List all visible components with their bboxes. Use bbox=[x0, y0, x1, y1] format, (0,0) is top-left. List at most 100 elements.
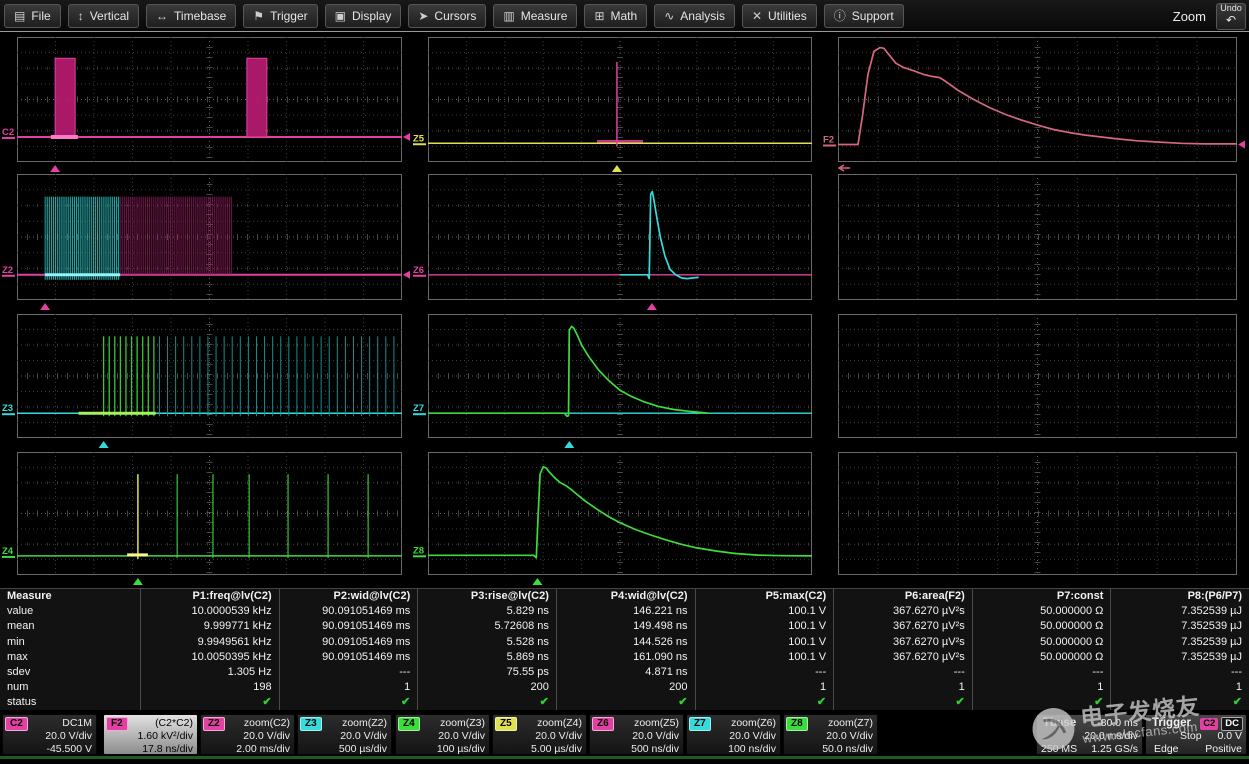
channel-box-z8[interactable]: Z8zoom(Z7)20.0 V/div50.0 ns/div bbox=[783, 714, 878, 755]
measure-status-cell: ✔ bbox=[140, 695, 279, 710]
menu-item-support[interactable]: ⓘSupport bbox=[824, 4, 904, 28]
measure-column-header[interactable]: P5:max(C2) bbox=[695, 589, 834, 604]
zoom-position-marker[interactable] bbox=[647, 303, 657, 310]
delay-arrow-icon[interactable] bbox=[839, 165, 850, 171]
channel-box-z2[interactable]: Z2zoom(C2)20.0 V/div2.00 ms/div bbox=[200, 714, 295, 755]
measure-value-cell: 50.000000 Ω bbox=[972, 650, 1111, 665]
panel-e1[interactable] bbox=[838, 174, 1237, 300]
trigger-level-marker[interactable] bbox=[1238, 141, 1245, 149]
timebase-samplerate: 1.25 GS/s bbox=[1091, 743, 1138, 755]
measure-value-cell: 100.1 V bbox=[695, 650, 834, 665]
zoom-position-marker[interactable] bbox=[40, 303, 50, 310]
measure-value-cell: 144.526 ns bbox=[556, 635, 695, 650]
trigger-level-marker[interactable] bbox=[403, 271, 410, 279]
trigger-coupling-chip[interactable]: DC bbox=[1221, 717, 1243, 731]
trigger-box[interactable]: TriggerC2 DCStop0.0 VEdgePositive bbox=[1145, 714, 1247, 755]
channel-box-f2[interactable]: F2(C2*C2)1.60 kV²/div17.8 ns/div bbox=[103, 714, 198, 755]
menu-item-file[interactable]: ▤File bbox=[4, 4, 61, 28]
trigger-level-marker[interactable] bbox=[403, 133, 410, 141]
channel-tab-z5[interactable]: Z5 bbox=[495, 717, 517, 731]
menu-item-display[interactable]: ▣Display bbox=[325, 4, 402, 28]
channel-box-z3[interactable]: Z3zoom(Z2)20.0 V/div500 µs/div bbox=[297, 714, 392, 755]
menu-item-vertical[interactable]: ↕Vertical bbox=[68, 4, 139, 28]
measure-value-cell: 367.6270 µV²s bbox=[833, 604, 972, 619]
channel-scale: 20.0 V/div bbox=[632, 730, 679, 742]
measure-column-header[interactable]: P3:rise@lv(C2) bbox=[417, 589, 556, 604]
measure-column-header[interactable]: P1:freq@lv(C2) bbox=[140, 589, 279, 604]
channel-box-z6[interactable]: Z6zoom(Z5)20.0 V/div500 ns/div bbox=[589, 714, 684, 755]
channel-box-z7[interactable]: Z7zoom(Z6)20.0 V/div100 ns/div bbox=[686, 714, 781, 755]
measure-column-header[interactable]: P6:area(F2) bbox=[833, 589, 972, 604]
panel-e2[interactable] bbox=[838, 314, 1237, 438]
channel-box-z5[interactable]: Z5zoom(Z4)20.0 V/div5.00 µs/div bbox=[492, 714, 587, 755]
measure-value-cell: 50.000000 Ω bbox=[972, 604, 1111, 619]
measure-column-header[interactable]: P7:const bbox=[972, 589, 1111, 604]
channel-source: zoom(C2) bbox=[244, 717, 290, 729]
measure-status-cell: ✔ bbox=[417, 695, 556, 710]
channel-offset: 50.0 ns/div bbox=[822, 743, 873, 755]
measure-column-header[interactable]: P2:wid@lv(C2) bbox=[279, 589, 418, 604]
zoom-position-marker[interactable] bbox=[532, 578, 542, 585]
undo-icon: ↶ bbox=[1226, 14, 1236, 27]
channel-tab-z2[interactable]: Z2 bbox=[203, 717, 225, 731]
trigger-icon: ⚑ bbox=[253, 10, 264, 22]
math-icon: ⊞ bbox=[594, 10, 604, 22]
measure-value-cell: --- bbox=[279, 665, 418, 680]
measure-value-cell: 90.091051469 ms bbox=[279, 635, 418, 650]
panel-e3[interactable] bbox=[838, 452, 1237, 575]
channel-tab-z8[interactable]: Z8 bbox=[786, 717, 808, 731]
menu-item-trigger[interactable]: ⚑Trigger bbox=[243, 4, 317, 28]
timebase-scale: 20.0 ms/div bbox=[1084, 730, 1138, 742]
channel-tab-z3[interactable]: Z3 bbox=[300, 717, 322, 731]
zoom-position-marker[interactable] bbox=[133, 578, 143, 585]
menu-item-cursors[interactable]: ➤Cursors bbox=[408, 4, 486, 28]
panel-z5[interactable]: Z5 bbox=[413, 37, 812, 172]
channel-tab-z7[interactable]: Z7 bbox=[689, 717, 711, 731]
channel-source: zoom(Z7) bbox=[828, 717, 873, 729]
panel-z3[interactable]: Z3 bbox=[2, 314, 402, 448]
menu-item-utilities[interactable]: ✕Utilities bbox=[742, 4, 817, 28]
measure-value-cell: --- bbox=[972, 665, 1111, 680]
channel-source: zoom(Z2) bbox=[342, 717, 387, 729]
channel-tab-z6[interactable]: Z6 bbox=[592, 717, 614, 731]
channel-source: zoom(Z3) bbox=[440, 717, 485, 729]
panel-z4[interactable]: Z4 bbox=[2, 452, 402, 585]
channel-tab-z4[interactable]: Z4 bbox=[398, 717, 420, 731]
measure-column-header[interactable]: P8:(P6/P7) bbox=[1110, 589, 1249, 604]
menu-item-timebase[interactable]: ↔Timebase bbox=[146, 4, 236, 28]
zoom-position-marker[interactable] bbox=[99, 441, 109, 448]
undo-button[interactable]: Undo ↶ bbox=[1216, 3, 1246, 30]
channel-box-z4[interactable]: Z4zoom(Z3)20.0 V/div100 µs/div bbox=[395, 714, 490, 755]
menu-item-math[interactable]: ⊞Math bbox=[584, 4, 647, 28]
channel-tab-f2[interactable]: F2 bbox=[106, 717, 128, 731]
panel-z2[interactable]: Z2 bbox=[2, 174, 410, 310]
panel-c2[interactable]: C2 bbox=[2, 37, 410, 172]
menu-item-label: Support bbox=[852, 9, 894, 23]
measure-value-cell: 161.090 ns bbox=[556, 650, 695, 665]
trigger-slope: Positive bbox=[1205, 743, 1242, 755]
timebase-box[interactable]: Tbase-80.0 ms20.0 ms/div250 MS1.25 GS/s bbox=[1036, 714, 1143, 755]
panel-z7[interactable]: Z7 bbox=[413, 314, 812, 448]
utilities-icon: ✕ bbox=[752, 10, 762, 22]
panel-z8[interactable]: Z8 bbox=[413, 452, 812, 585]
measure-column-header[interactable]: P4:wid@lv(C2) bbox=[556, 589, 695, 604]
measure-value-cell: 367.6270 µV²s bbox=[833, 635, 972, 650]
z6-trace bbox=[620, 192, 699, 279]
timebase-samples: 250 MS bbox=[1041, 743, 1077, 755]
channel-box-c2[interactable]: C2DC1M20.0 V/div-45.500 V bbox=[2, 714, 97, 755]
measure-value-cell: 200 bbox=[556, 680, 695, 695]
channel-scale: 20.0 V/div bbox=[45, 730, 92, 742]
menu-item-label: Timebase bbox=[174, 9, 226, 23]
zoom-position-marker[interactable] bbox=[612, 165, 622, 172]
panel-z6[interactable]: Z6 bbox=[413, 174, 812, 310]
menu-item-measure[interactable]: ▥Measure bbox=[493, 4, 577, 28]
trigger-source-chip[interactable]: C2 bbox=[1200, 718, 1218, 730]
channel-tab-c2[interactable]: C2 bbox=[5, 717, 28, 731]
measure-value-cell: 1 bbox=[972, 680, 1111, 695]
menu-item-label: Vertical bbox=[90, 9, 129, 23]
zoom-position-marker[interactable] bbox=[564, 441, 574, 448]
zoom-position-marker[interactable] bbox=[50, 165, 60, 172]
panel-f2[interactable]: F2 bbox=[823, 37, 1245, 171]
menu-item-analysis[interactable]: ∿Analysis bbox=[654, 4, 735, 28]
measure-status-cell: ✔ bbox=[1110, 695, 1249, 710]
